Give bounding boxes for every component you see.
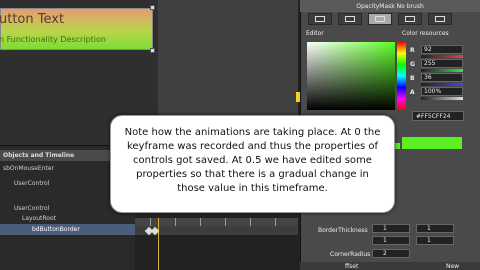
storyboard-name[interactable]: sbOnMouseEnter [3,165,54,172]
channel-input-g[interactable]: 255 [421,59,463,68]
sample-button-title: utton Text [0,12,65,27]
corner-radius-label: CornerRadius [330,251,371,258]
solid-brush-tab[interactable] [338,13,362,25]
current-color-swatch [402,137,462,149]
border-thickness-label: BorderThickness [318,227,368,234]
channel-slider-r[interactable] [421,55,463,58]
gradient-brush-tab[interactable] [368,13,392,25]
channel-label-g: G [410,61,415,68]
resize-handle[interactable] [150,5,155,10]
color-picker-field[interactable] [307,42,395,110]
editor-label: Editor [306,30,324,37]
channel-label-r: R [410,47,415,54]
channel-slider-g[interactable] [421,69,463,72]
brush-title: OpacityMask No brush [300,0,480,12]
timeline-ruler[interactable] [135,218,305,226]
color-resources-label: Color resources [402,30,449,37]
ruler-tick [250,218,251,226]
tile-brush-tab[interactable] [398,13,422,25]
playhead[interactable] [158,218,159,270]
ruler-tick [225,218,226,226]
channel-label-a: A [410,89,415,96]
channel-slider-a[interactable] [421,97,463,100]
ruler-tick [150,218,151,226]
tab-new[interactable]: New [446,263,459,270]
resize-handle[interactable] [150,48,155,53]
timeline-track[interactable] [135,226,305,235]
channel-input-b[interactable]: 36 [421,73,463,82]
tree-item-selected[interactable]: bdButtonBorder [32,226,80,233]
hex-color-input[interactable]: #FF5CFF24 [412,111,464,121]
tree-item[interactable]: LayoutRoot [22,215,56,222]
tree-item[interactable]: UserControl [14,180,49,187]
tab-offset[interactable]: ffset [345,263,358,270]
corner-radius-input[interactable]: 2 [372,249,410,258]
resource-brush-tab[interactable] [428,13,452,25]
border-bottom-input[interactable]: 1 [416,236,454,245]
channel-input-a[interactable]: 100% [421,87,463,96]
channel-input-r[interactable]: 92 [421,45,463,54]
channel-label-b: B [410,75,415,82]
no-brush-tab[interactable] [308,13,332,25]
hue-slider[interactable] [397,42,406,110]
sample-button-preview[interactable]: utton Text n Functionality Description [0,8,153,50]
sample-button-description: n Functionality Description [0,35,106,44]
ruler-tick [200,218,201,226]
channel-slider-b[interactable] [421,83,463,86]
annotation-callout: Note how the animations are taking place… [110,115,395,213]
border-top-input[interactable]: 1 [416,224,454,233]
tree-item[interactable]: UserControl [14,205,49,212]
border-right-input[interactable]: 1 [372,236,410,245]
ruler-tick [175,218,176,226]
ruler-tick [275,218,276,226]
border-left-input[interactable]: 1 [372,224,410,233]
